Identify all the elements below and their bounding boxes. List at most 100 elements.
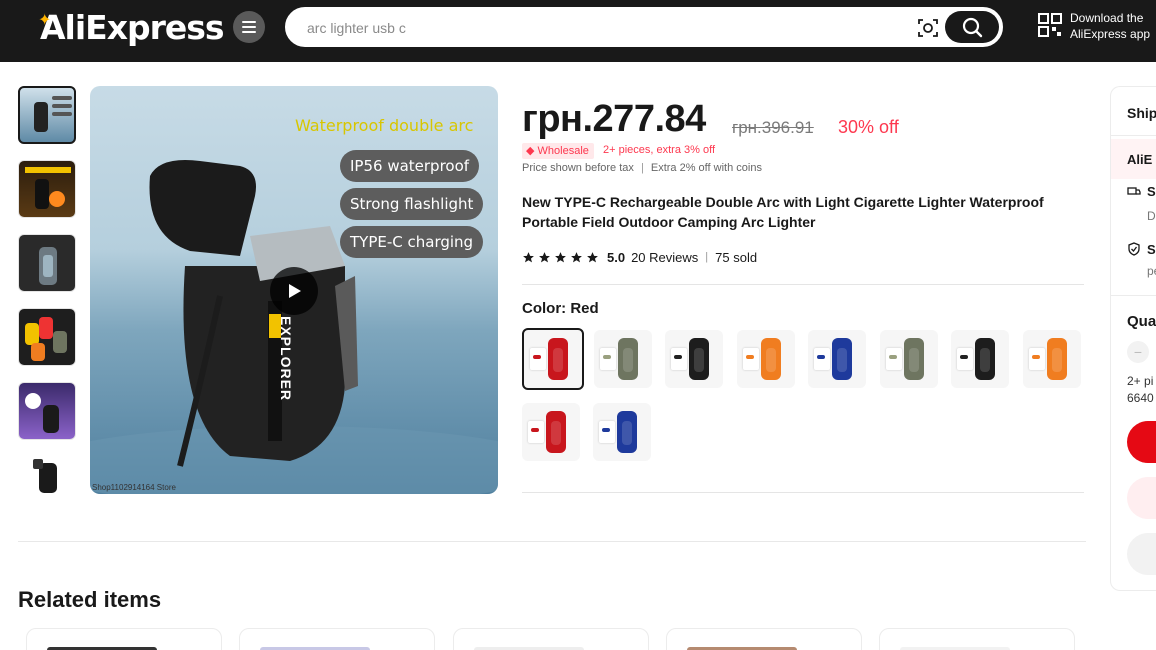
play-video-button[interactable] [270, 267, 318, 315]
color-label: Color: Red [522, 300, 599, 317]
color-swatch[interactable] [665, 330, 723, 388]
swatch-lighter-image [903, 338, 924, 380]
thumbnail-2[interactable] [18, 160, 76, 218]
star-icon [555, 251, 566, 262]
rating-value: 5.0 [607, 249, 626, 265]
swatch-package-image [814, 348, 830, 370]
search-icon [962, 17, 983, 38]
thumbnail-colors-image [25, 317, 67, 361]
shipping-row-label: Sh [1147, 184, 1156, 199]
quantity-note: 2+ pi 6640 [1127, 374, 1154, 405]
related-item-card[interactable] [239, 628, 435, 650]
tax-and-coins-note: Price shown before tax | Extra 2% off wi… [522, 162, 762, 174]
swatch-lighter-image [760, 338, 781, 380]
truck-icon [1127, 187, 1141, 195]
star-icon [571, 251, 582, 262]
swatch-package-mark [960, 355, 968, 359]
image-search-icon[interactable] [917, 17, 939, 39]
reviews-link[interactable]: 20 Reviews [631, 250, 698, 265]
search-bar [285, 7, 1003, 47]
related-item-card[interactable] [453, 628, 649, 650]
swatch-package-mark [888, 355, 897, 359]
buy-now-button[interactable] [1127, 421, 1156, 463]
play-icon [289, 284, 301, 298]
swatch-package-image [742, 348, 759, 370]
security-row-label: Se [1147, 242, 1156, 257]
wishlist-button[interactable] [1127, 533, 1156, 575]
related-item-card[interactable] [666, 628, 862, 650]
color-swatch[interactable] [593, 403, 651, 461]
swatch-lighter-image [689, 338, 709, 380]
hamburger-icon [242, 21, 256, 33]
swatch-package-mark [674, 355, 682, 359]
swatch-package-image [599, 348, 616, 370]
thumbnail-light-image [25, 393, 59, 433]
thumbnail-lighter-white-image [33, 459, 57, 493]
thumbnail-6[interactable] [18, 456, 76, 514]
feature-pill-waterproof: IP56 waterproof [340, 150, 480, 182]
color-swatch[interactable] [808, 330, 866, 388]
add-to-cart-button[interactable] [1127, 477, 1156, 519]
swatch-package-image [885, 348, 902, 370]
swatch-package-mark [531, 428, 539, 432]
divider [1111, 135, 1156, 136]
color-swatch[interactable] [1022, 330, 1081, 388]
related-item-card[interactable] [879, 628, 1075, 650]
original-price: грн.396.91 [732, 118, 814, 137]
section-separator [18, 541, 1086, 542]
swatch-package-image [599, 421, 615, 443]
color-swatch[interactable] [522, 328, 584, 390]
product-brand-label: EXPLORER [278, 316, 294, 402]
thumbnail-5[interactable] [18, 382, 76, 440]
separator-bar: | [705, 251, 709, 263]
swatch-package-image [1028, 348, 1045, 370]
product-title: New TYPE-C Rechargeable Double Arc with … [522, 194, 1044, 230]
color-swatch[interactable] [951, 330, 1009, 388]
aliexpress-commitment-banner: AliE [1111, 139, 1156, 179]
search-input[interactable] [307, 17, 907, 39]
ship-to-label[interactable]: Ship [1127, 105, 1156, 121]
thumbnail-4[interactable] [18, 308, 76, 366]
swatch-lighter-image [548, 338, 568, 380]
feature-pill-flashlight: Strong flashlight [340, 188, 484, 220]
star-icon [523, 251, 534, 262]
top-header: ✦ AliExpress Downloa [0, 0, 1156, 62]
swatch-package-mark [1031, 355, 1040, 359]
divider [522, 492, 1084, 493]
download-app-text: Download the AliExpress app [1070, 11, 1151, 41]
swatch-lighter-image [975, 338, 995, 380]
swatch-package-image [671, 348, 687, 370]
image-overlay-title: Waterproof double arc [295, 116, 474, 135]
main-product-image[interactable]: Waterproof double arc IP56 waterproof St… [90, 86, 498, 494]
shield-icon [1128, 242, 1140, 256]
related-item-card[interactable] [26, 628, 222, 650]
thumbnail-fire-image [25, 167, 71, 209]
discount-percent: 30% off [838, 117, 899, 137]
swatch-package-image [957, 348, 973, 370]
menu-button[interactable] [233, 11, 265, 43]
wholesale-badge: ◆ Wholesale [522, 143, 594, 159]
color-swatch[interactable] [593, 330, 652, 388]
swatch-package-mark [817, 355, 825, 359]
thumbnail-lighter-closeup-image [39, 247, 57, 285]
star-icon [539, 251, 550, 262]
quantity-label: Qua [1127, 313, 1156, 330]
swatch-lighter-image [617, 411, 637, 453]
color-swatch[interactable] [879, 330, 938, 388]
quantity-decrease-button[interactable]: − [1127, 341, 1149, 363]
color-swatch[interactable] [522, 403, 580, 461]
thumbnail-3[interactable] [18, 234, 76, 292]
purchase-panel: Ship AliE Sh D Se pe Qua − 2+ pi 6640 [1110, 86, 1156, 591]
search-button[interactable] [945, 11, 999, 43]
color-swatch[interactable] [736, 330, 795, 388]
swatch-package-image [530, 348, 546, 370]
aliexpress-logo[interactable]: ✦ AliExpress [38, 8, 225, 47]
swatch-lighter-image [546, 411, 566, 453]
related-items-heading: Related items [18, 587, 162, 612]
feature-pill-charging: TYPE-C charging [340, 226, 484, 258]
divider [1111, 295, 1156, 296]
rating-row: 5.0 20 Reviews | 75 sold [522, 248, 757, 266]
thumbnail-lighter-image [34, 96, 72, 132]
star-rating [522, 251, 599, 264]
thumbnail-1[interactable] [18, 86, 76, 144]
